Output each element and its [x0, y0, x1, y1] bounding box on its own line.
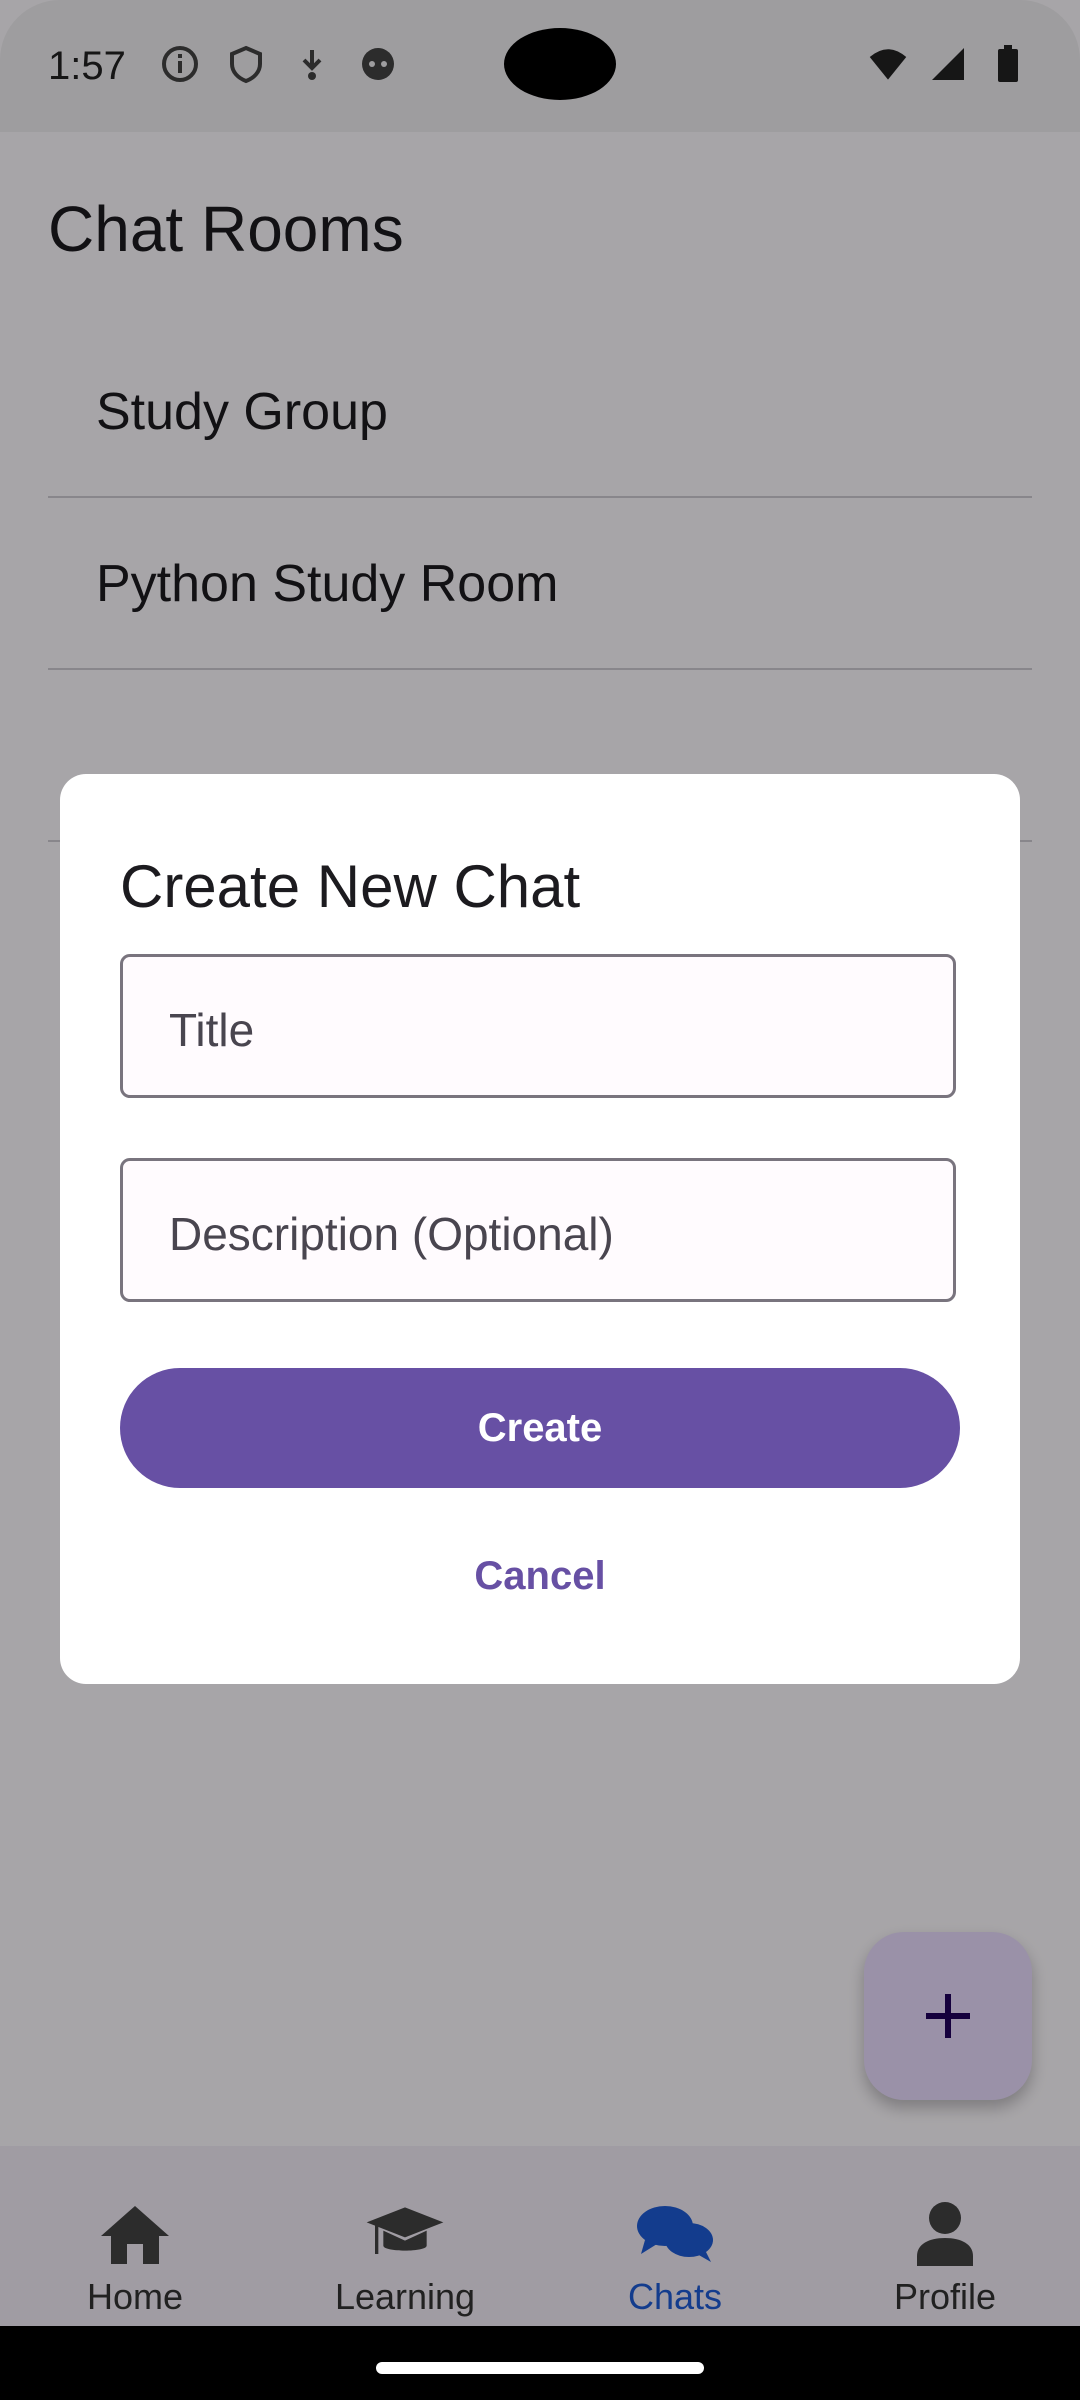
home-indicator[interactable] — [376, 2362, 704, 2374]
description-input-placeholder: Description (Optional) — [169, 1208, 614, 1260]
title-input-placeholder: Title — [169, 1004, 255, 1056]
dialog-title: Create New Chat — [120, 853, 581, 920]
create-button[interactable]: Create — [120, 1368, 960, 1488]
cancel-button[interactable]: Cancel — [120, 1534, 960, 1618]
description-input[interactable]: Description (Optional) — [120, 1158, 956, 1302]
title-input[interactable]: Title — [120, 954, 956, 1098]
create-chat-dialog: Create New Chat Title Description (Optio… — [60, 774, 1020, 1684]
app-screen: 1:57 Chat Rooms Study Group Python Study… — [0, 0, 1080, 2400]
